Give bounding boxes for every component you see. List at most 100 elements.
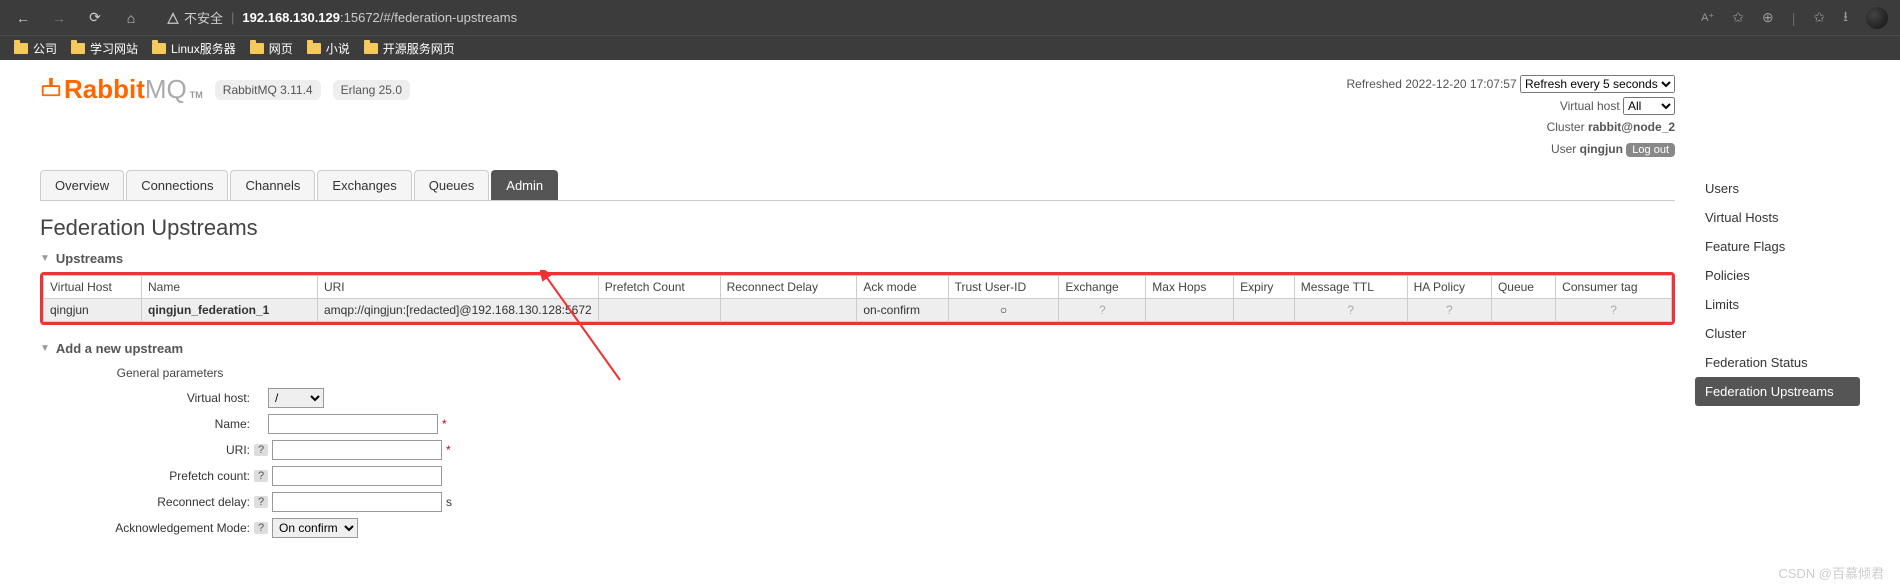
watermark: CSDN @百慕倾君 xyxy=(1778,563,1884,582)
sidebar-item-vhosts[interactable]: Virtual Hosts xyxy=(1695,203,1860,232)
refresh-button[interactable]: ⟳ xyxy=(84,7,106,29)
sidebar-item-federation-upstreams[interactable]: Federation Upstreams xyxy=(1695,377,1860,406)
sidebar-item-limits[interactable]: Limits xyxy=(1695,290,1860,319)
refresh-interval-select[interactable]: Refresh every 5 seconds xyxy=(1520,75,1675,93)
seconds-suffix: s xyxy=(446,495,452,509)
bookmark-item[interactable]: 公司 xyxy=(14,40,57,57)
bookmark-item[interactable]: 开源服务网页 xyxy=(364,40,455,57)
cell-expiry xyxy=(1234,299,1295,322)
th-prefetch: Prefetch Count xyxy=(598,276,720,299)
th-consumer: Consumer tag xyxy=(1556,276,1672,299)
th-uri: URI xyxy=(317,276,598,299)
tab-connections[interactable]: Connections xyxy=(126,170,228,200)
sidebar-item-policies[interactable]: Policies xyxy=(1695,261,1860,290)
section-upstreams-label: Upstreams xyxy=(56,251,123,266)
help-icon[interactable]: ? xyxy=(254,444,268,456)
label-prefetch: Prefetch count: xyxy=(40,469,250,483)
collapse-icon: ▼ xyxy=(40,253,50,264)
label-uri: URI: xyxy=(40,443,250,457)
sidebar-item-cluster[interactable]: Cluster xyxy=(1695,319,1860,348)
sidebar-item-federation-status[interactable]: Federation Status xyxy=(1695,348,1860,377)
required-marker: * xyxy=(446,443,451,457)
vhost-select[interactable]: All xyxy=(1623,97,1675,115)
tab-admin[interactable]: Admin xyxy=(491,170,558,200)
cluster-value: rabbit@node_2 xyxy=(1588,120,1675,134)
cell-queue xyxy=(1491,299,1555,322)
collections-icon[interactable]: ✩ xyxy=(1813,9,1825,26)
bookmark-item[interactable]: Linux服务器 xyxy=(152,40,236,57)
th-exchange: Exchange xyxy=(1059,276,1146,299)
th-maxhops: Max Hops xyxy=(1146,276,1234,299)
tab-channels[interactable]: Channels xyxy=(230,170,315,200)
cell-ack: on-confirm xyxy=(857,299,948,322)
help-icon[interactable]: ? xyxy=(254,522,268,534)
address-bar[interactable]: 不安全 | 192.168.130.129:15672/#/federation… xyxy=(166,8,517,27)
bookmark-item[interactable]: 学习网站 xyxy=(71,40,138,57)
name-input[interactable] xyxy=(268,414,438,434)
section-add-label: Add a new upstream xyxy=(56,341,183,356)
text-size-icon[interactable]: A⁺ xyxy=(1701,11,1714,24)
th-queue: Queue xyxy=(1491,276,1555,299)
status-block: Refreshed 2022-12-20 17:07:57 Refresh ev… xyxy=(1347,74,1676,160)
downloads-icon[interactable]: ⭳ xyxy=(1843,6,1848,30)
warning-icon xyxy=(166,11,180,25)
bookmarks-bar: 公司 学习网站 Linux服务器 网页 小说 开源服务网页 xyxy=(0,35,1900,60)
section-upstreams-header[interactable]: ▼ Upstreams xyxy=(40,251,1675,266)
uri-input[interactable] xyxy=(272,440,442,460)
logout-button[interactable]: Log out xyxy=(1626,143,1675,157)
help-icon[interactable]: ? xyxy=(254,470,268,482)
reconnect-input[interactable] xyxy=(272,492,442,512)
user-value: qingjun xyxy=(1580,142,1623,156)
section-add-header[interactable]: ▼ Add a new upstream xyxy=(40,341,1675,356)
vhost-label: Virtual host xyxy=(1560,99,1620,113)
general-params-title: General parameters xyxy=(40,366,300,380)
cell-prefetch xyxy=(598,299,720,322)
home-button[interactable]: ⌂ xyxy=(120,7,142,29)
sidebar-item-users[interactable]: Users xyxy=(1695,174,1860,203)
bookmark-item[interactable]: 小说 xyxy=(307,40,350,57)
folder-icon xyxy=(14,43,28,54)
folder-icon xyxy=(152,43,166,54)
refreshed-time: 2022-12-20 17:07:57 xyxy=(1405,77,1516,91)
cell-vhost: qingjun xyxy=(44,299,142,322)
favorite-icon[interactable]: ✩ xyxy=(1732,9,1744,26)
url-text: 192.168.130.129:15672/#/federation-upstr… xyxy=(242,10,517,25)
extensions-icon[interactable]: ⊕ xyxy=(1762,9,1774,26)
cell-ttl: ? xyxy=(1294,299,1407,322)
tab-overview[interactable]: Overview xyxy=(40,170,124,200)
main-tabs: Overview Connections Channels Exchanges … xyxy=(40,170,1675,201)
rabbitmq-logo[interactable]: RabbitMQTM xyxy=(40,74,203,105)
prefetch-input[interactable] xyxy=(272,466,442,486)
tab-exchanges[interactable]: Exchanges xyxy=(317,170,411,200)
th-ttl: Message TTL xyxy=(1294,276,1407,299)
forward-button[interactable]: → xyxy=(48,7,70,29)
insecure-label: 不安全 xyxy=(184,8,223,27)
cell-exchange: ? xyxy=(1059,299,1146,322)
help-icon[interactable]: ? xyxy=(254,496,268,508)
folder-icon xyxy=(307,43,321,54)
label-ackmode: Acknowledgement Mode: xyxy=(40,521,250,535)
bookmark-item[interactable]: 网页 xyxy=(250,40,293,57)
vhost-input[interactable]: / xyxy=(268,388,324,408)
tab-queues[interactable]: Queues xyxy=(414,170,490,200)
label-name: Name: xyxy=(40,417,250,431)
admin-sidebar: Users Virtual Hosts Feature Flags Polici… xyxy=(1695,60,1860,544)
th-expiry: Expiry xyxy=(1234,276,1295,299)
cell-maxhops xyxy=(1146,299,1234,322)
table-row[interactable]: qingjun qingjun_federation_1 amqp://qing… xyxy=(44,299,1672,322)
upstreams-table: Virtual Host Name URI Prefetch Count Rec… xyxy=(43,275,1672,322)
upstreams-table-highlight: Virtual Host Name URI Prefetch Count Rec… xyxy=(40,272,1675,325)
profile-avatar[interactable] xyxy=(1866,7,1888,29)
back-button[interactable]: ← xyxy=(12,7,34,29)
th-reconnect: Reconnect Delay xyxy=(720,276,857,299)
sidebar-item-feature-flags[interactable]: Feature Flags xyxy=(1695,232,1860,261)
cluster-label: Cluster xyxy=(1547,120,1585,134)
folder-icon xyxy=(250,43,264,54)
folder-icon xyxy=(364,43,378,54)
user-label: User xyxy=(1551,142,1576,156)
required-marker: * xyxy=(442,417,447,431)
browser-toolbar: ← → ⟳ ⌂ 不安全 | 192.168.130.129:15672/#/fe… xyxy=(0,0,1900,35)
ackmode-input[interactable]: On confirm xyxy=(272,518,358,538)
collapse-icon: ▼ xyxy=(40,343,50,354)
add-upstream-form: General parameters Virtual host: / Name:… xyxy=(40,366,1675,538)
